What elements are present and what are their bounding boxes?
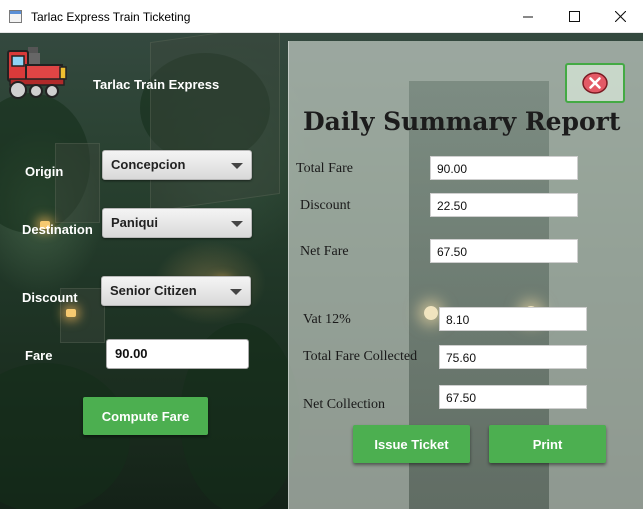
minimize-button[interactable] — [505, 0, 551, 33]
net-fare-field[interactable]: 67.50 — [430, 239, 578, 263]
window-close-button[interactable] — [597, 0, 643, 33]
origin-label: Origin — [25, 164, 64, 179]
total-fare-field[interactable]: 90.00 — [430, 156, 578, 180]
fare-label: Fare — [25, 348, 53, 363]
background-lamp — [66, 309, 76, 317]
app-window-icon — [9, 10, 22, 23]
chevron-down-icon — [231, 221, 243, 227]
discount-select[interactable]: Senior Citizen — [101, 276, 251, 306]
origin-select[interactable]: Concepcion — [102, 150, 252, 180]
fare-input[interactable]: 90.00 — [106, 339, 249, 369]
maximize-icon — [568, 11, 580, 22]
vat-field[interactable]: 8.10 — [439, 307, 587, 331]
report-title: Daily Summary Report — [303, 107, 621, 136]
title-bar: Tarlac Express Train Ticketing — [0, 0, 643, 33]
close-icon — [614, 11, 626, 22]
total-fare-collected-field[interactable]: 75.60 — [439, 345, 587, 369]
net-collection-field[interactable]: 67.50 — [439, 385, 587, 409]
background-foliage — [0, 363, 130, 509]
compute-fare-button[interactable]: Compute Fare — [83, 397, 208, 435]
brand-name: Tarlac Train Express — [93, 77, 220, 92]
total-fare-collected-label: Total Fare Collected — [303, 349, 418, 364]
chevron-down-icon — [231, 163, 243, 169]
close-report-button[interactable] — [565, 63, 625, 103]
net-fare-label: Net Fare — [300, 244, 349, 259]
destination-label: Destination — [22, 222, 93, 237]
net-collection-label: Net Collection — [303, 397, 386, 412]
discount-amount-label: Discount — [300, 198, 351, 213]
app-background: Tarlac Train Express Origin Concepcion D… — [0, 33, 643, 509]
maximize-button[interactable] — [551, 0, 597, 33]
destination-select[interactable]: Paniqui — [102, 208, 252, 238]
issue-ticket-button[interactable]: Issue Ticket — [353, 425, 470, 463]
total-fare-label: Total Fare — [296, 161, 353, 176]
close-x-icon — [582, 72, 608, 94]
discount-label: Discount — [22, 290, 78, 305]
vat-label: Vat 12% — [303, 312, 351, 327]
background-lamp — [424, 306, 438, 320]
destination-select-value: Paniqui — [111, 215, 158, 230]
minimize-icon — [522, 16, 533, 18]
discount-select-value: Senior Citizen — [110, 283, 197, 298]
window-title: Tarlac Express Train Ticketing — [31, 10, 191, 24]
chevron-down-icon — [230, 289, 242, 295]
train-icon — [7, 47, 67, 99]
discount-amount-field[interactable]: 22.50 — [430, 193, 578, 217]
print-button[interactable]: Print — [489, 425, 606, 463]
origin-select-value: Concepcion — [111, 157, 186, 172]
daily-summary-panel: Daily Summary Report Total Fare 90.00 Di… — [288, 41, 643, 509]
background-building — [150, 33, 280, 213]
background-building — [55, 143, 100, 223]
train-logo — [6, 45, 72, 108]
